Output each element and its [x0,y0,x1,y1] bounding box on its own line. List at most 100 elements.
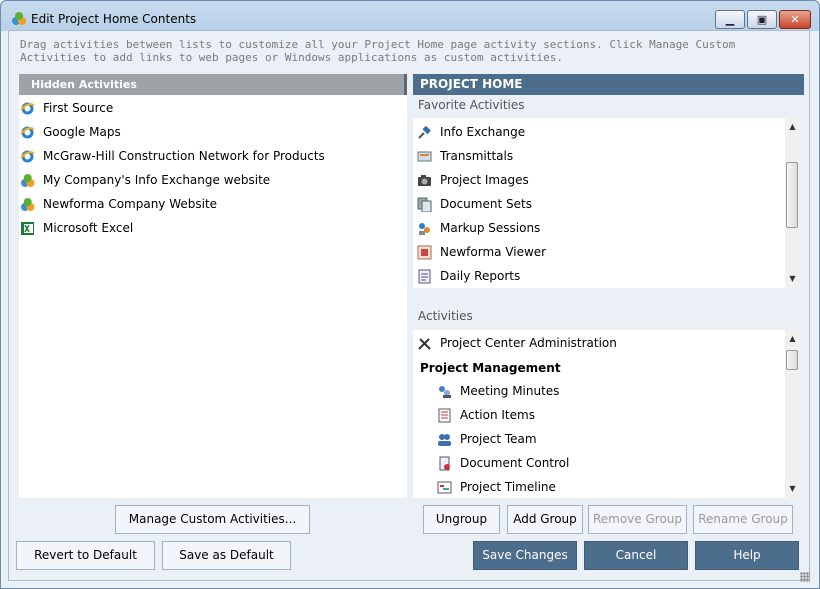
document-control-icon [437,456,452,471]
favorites-scrollbar[interactable]: ▲ ▼ [785,118,800,288]
list-item[interactable]: Newforma Company Website [20,194,400,214]
button-label: Save as Default [179,548,274,562]
list-item-label: Project Timeline [460,480,556,494]
remove-group-button[interactable]: Remove Group [588,505,687,534]
list-item-label: Daily Reports [440,269,521,283]
newforma-icon [20,197,35,212]
activities-scrollbar[interactable]: ▲ ▼ [785,330,800,498]
list-item[interactable]: Project Center Administration [417,333,777,353]
list-item[interactable]: My Company's Info Exchange website [20,170,400,190]
list-item-label: Action Items [460,408,535,422]
team-icon [437,432,452,447]
list-item-label: My Company's Info Exchange website [43,173,271,187]
help-button[interactable]: Help [695,541,799,570]
save-changes-button[interactable]: Save Changes [473,541,577,570]
list-item[interactable]: Markup Sessions [417,218,777,238]
list-item[interactable]: Project Timeline [437,477,777,497]
list-item[interactable]: Document Sets [417,194,777,214]
transmittal-icon [417,149,432,164]
excel-icon [20,221,35,236]
list-item-label: Document Sets [440,197,532,211]
manage-custom-activities-button[interactable]: Manage Custom Activities... [115,505,310,534]
button-label: Manage Custom Activities... [128,512,297,526]
list-item[interactable]: Info Exchange [417,122,777,142]
ungroup-button[interactable]: Ungroup [423,505,500,534]
instructions-text: Drag activities between lists to customi… [20,38,736,64]
button-label: Save Changes [482,548,568,562]
ie-icon [20,125,35,140]
scroll-up-icon[interactable]: ▲ [785,120,800,134]
list-item-label: Newforma Company Website [43,197,218,211]
report-icon [417,269,432,284]
button-label: Add Group [513,512,577,526]
window-title: Edit Project Home Contents [31,12,197,26]
button-label: Remove Group [592,512,683,526]
list-item-label: Meeting Minutes [460,384,560,398]
list-item-label: Project Team [460,432,537,446]
list-item-label: Document Control [460,456,570,470]
newforma-icon [20,173,35,188]
scroll-up-icon[interactable]: ▲ [785,332,800,346]
list-item[interactable]: First Source [20,98,400,118]
list-item-label: Microsoft Excel [43,221,134,235]
list-item[interactable]: Action Items [437,405,777,425]
list-item[interactable]: McGraw-Hill Construction Network for Pro… [20,146,400,166]
list-item-label: Transmittals [440,149,514,163]
minimize-icon: ▁ [725,13,735,26]
favorites-label: Favorite Activities [418,98,525,112]
list-item[interactable]: Newforma Viewer [417,242,777,262]
group-header[interactable]: Project Management [420,358,561,378]
hidden-activities-header: Hidden Activities [19,74,405,95]
minimize-button[interactable]: ▁ [715,10,745,29]
list-item[interactable]: Meeting Minutes [437,381,777,401]
list-item[interactable]: Project Images [417,170,777,190]
list-item[interactable]: Project Team [437,429,777,449]
camera-icon [417,173,432,188]
scroll-down-icon[interactable]: ▼ [785,482,800,496]
maximize-button[interactable]: ▣ [747,10,777,29]
rename-group-button[interactable]: Rename Group [693,505,793,534]
button-label: Ungroup [435,512,488,526]
list-item-label: Google Maps [43,125,121,139]
add-group-button[interactable]: Add Group [507,505,583,534]
ie-icon [20,101,35,116]
list-item[interactable]: Transmittals [417,146,777,166]
maximize-icon: ▣ [756,13,768,26]
button-label: Cancel [615,548,657,562]
button-label: Help [733,548,761,562]
meeting-icon [437,384,452,399]
list-item-label: Project Center Administration [440,336,617,350]
tools-icon [417,336,432,351]
list-item[interactable]: Microsoft Excel [20,218,400,238]
button-label: Revert to Default [34,548,137,562]
document-sets-icon [417,197,432,213]
list-item-label: McGraw-Hill Construction Network for Pro… [43,149,325,163]
timeline-icon [437,480,452,495]
list-item-label: Info Exchange [440,125,526,139]
list-item[interactable]: Google Maps [20,122,400,142]
scroll-thumb[interactable] [786,162,798,228]
project-home-header: PROJECT HOME [413,74,804,95]
list-item[interactable]: Document Control [437,453,777,473]
list-item-label: Project Images [440,173,529,187]
scroll-thumb[interactable] [786,350,798,370]
markup-icon [417,221,432,236]
revert-to-default-button[interactable]: Revert to Default [16,541,155,570]
close-button[interactable]: ✕ [779,10,811,29]
list-item-label: First Source [43,101,114,115]
list-item-label: Markup Sessions [440,221,541,235]
satellite-icon [417,125,432,140]
splitter-handle[interactable] [404,74,407,95]
action-items-icon [437,408,452,423]
ie-icon [20,149,35,164]
list-item-label: Newforma Viewer [440,245,547,259]
resize-grip-icon[interactable] [800,572,810,582]
activities-label: Activities [418,309,473,323]
viewer-icon [417,245,432,260]
button-label: Rename Group [698,512,788,526]
scroll-down-icon[interactable]: ▼ [785,272,800,286]
save-as-default-button[interactable]: Save as Default [162,541,291,570]
newforma-logo-icon [12,12,26,25]
list-item[interactable]: Daily Reports [417,266,777,286]
cancel-button[interactable]: Cancel [584,541,688,570]
